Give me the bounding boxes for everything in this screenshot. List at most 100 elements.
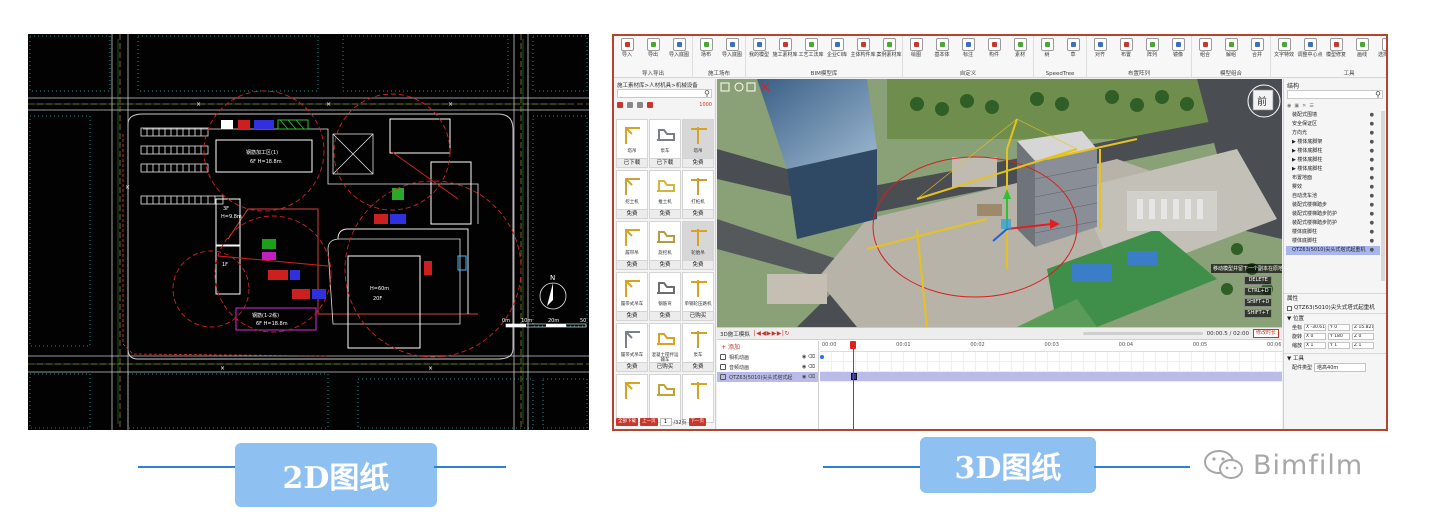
filter-icon[interactable]	[637, 102, 643, 108]
tool-type-select[interactable]: 塔高40m	[1314, 363, 1367, 372]
asset-status-tag[interactable]: 免费	[617, 311, 647, 320]
asset-status-tag[interactable]: 免费	[617, 209, 647, 218]
asset-card[interactable]: 打桩机 免费	[682, 170, 714, 219]
structure-item[interactable]: 装配式楼梯踏步防护	[1286, 210, 1380, 219]
grid-view-icon[interactable]	[617, 102, 623, 108]
structure-item[interactable]: 方向光	[1286, 129, 1380, 138]
asset-card[interactable]: 履带吊 免费	[616, 221, 648, 270]
transform-z-field[interactable]: Z 0	[1352, 333, 1375, 340]
structure-item[interactable]: 雾效	[1286, 183, 1380, 192]
track-lane-audio[interactable]	[820, 362, 1282, 372]
structure-item[interactable]: 楼体底脚柱	[1286, 237, 1380, 246]
ribbon-tool-button[interactable]: 草	[1060, 38, 1086, 66]
ribbon-tool-button[interactable]: 素材	[1007, 38, 1033, 66]
asset-card[interactable]	[682, 374, 714, 423]
asset-card[interactable]: 轮胎吊 免费	[682, 221, 714, 270]
3d-scene[interactable]: 前	[717, 79, 1282, 327]
ribbon-tool-button[interactable]: 施工素材库	[772, 38, 798, 66]
ribbon-tool-button[interactable]: 工艺工法库	[798, 38, 824, 66]
track-lane-crane[interactable]	[820, 372, 1282, 382]
ribbon-tool-button[interactable]: 画线	[1349, 38, 1375, 66]
page-input[interactable]: 1	[659, 418, 672, 426]
ribbon-tool-button[interactable]: 基本体	[929, 38, 955, 66]
asset-status-tag[interactable]: 免费	[683, 260, 713, 269]
asset-status-tag[interactable]: 免费	[650, 260, 680, 269]
shortcut-key[interactable]: SHIFT+D	[1244, 298, 1273, 307]
sort-icon[interactable]	[647, 102, 653, 108]
edit-duration-button[interactable]: 修改时长	[1252, 329, 1279, 338]
asset-status-tag[interactable]: 免费	[650, 311, 680, 320]
asset-status-tag[interactable]: 已购买	[683, 311, 713, 320]
asset-status-tag[interactable]: 免费	[617, 362, 647, 371]
playhead[interactable]	[850, 341, 856, 429]
ribbon-tool-button[interactable]: 导入底图	[719, 38, 745, 66]
track-actions-icon[interactable]: ◉ ⌫	[802, 374, 815, 380]
transform-y-field[interactable]: Y 0	[1328, 324, 1351, 331]
keyframe[interactable]	[820, 355, 824, 359]
ribbon-tool-button[interactable]: 标注	[955, 38, 981, 66]
ribbon-tool-button[interactable]: 调整中心点	[1297, 38, 1323, 66]
track-actions-icon[interactable]: ◉ ⌫	[802, 364, 815, 370]
structure-item[interactable]: 安全保证区	[1286, 120, 1380, 129]
ribbon-tool-button[interactable]: 布置	[1113, 38, 1139, 66]
asset-status-tag[interactable]: 免费	[650, 209, 680, 218]
structure-item[interactable]: 装配式楼梯踏步	[1286, 201, 1380, 210]
structure-item[interactable]: QTZ63(5010)尖头式塔式起重机	[1286, 246, 1380, 255]
transform-z-field[interactable]: Z 15.821	[1352, 324, 1375, 331]
list-icon[interactable]: ☰	[1309, 103, 1313, 109]
timeline-track[interactable]: QTZ63(5010)尖头式塔式起 ◉ ⌫	[717, 372, 818, 382]
asset-status-tag[interactable]: 已下载	[617, 158, 647, 167]
asset-status-tag[interactable]: 已购买	[650, 362, 680, 371]
timeline-track[interactable]: 相机动画 ◉ ⌫	[717, 352, 818, 362]
delete-icon[interactable]: ✕	[1302, 103, 1306, 109]
ribbon-tool-button[interactable]: 我的模型	[746, 38, 772, 66]
ribbon-tool-button[interactable]: 场布	[693, 38, 719, 66]
transform-x-field[interactable]: X 0	[1304, 333, 1327, 340]
structure-item[interactable]: ▶ 楼体底脚架	[1286, 138, 1380, 147]
ribbon-tool-button[interactable]: 合并	[1244, 38, 1270, 66]
zoom-slider[interactable]	[1082, 332, 1203, 335]
asset-card[interactable]: 旋挖机 免费	[649, 221, 681, 270]
asset-status-tag[interactable]: 已下载	[650, 158, 680, 167]
transform-x-field[interactable]: X -30.61	[1304, 324, 1327, 331]
shortcut-key[interactable]: DELETE	[1244, 276, 1273, 285]
search-icon[interactable]: ⚲	[704, 89, 710, 98]
asset-card[interactable]: 履带式吊车 免费	[616, 323, 648, 372]
structure-item[interactable]: 布置地面	[1286, 174, 1380, 183]
asset-status-tag[interactable]: 免费	[617, 260, 647, 269]
structure-item[interactable]: 装配式围墙	[1286, 111, 1380, 120]
ribbon-tool-button[interactable]: 绘图	[903, 38, 929, 66]
asset-card[interactable]: 混凝土搅拌运输车 已购买	[649, 323, 681, 372]
ribbon-tool-button[interactable]: 树	[1034, 38, 1060, 66]
asset-card[interactable]: 塔吊 已下载	[616, 119, 648, 168]
ribbon-tool-button[interactable]: 阵列	[1139, 38, 1165, 66]
ribbon-tool-button[interactable]: 镜像	[1165, 38, 1191, 66]
structure-item[interactable]: 楼体底脚柱	[1286, 228, 1380, 237]
timeline-track[interactable]: 音频动画 ◉ ⌫	[717, 362, 818, 372]
structure-item[interactable]: 自动洗车池	[1286, 192, 1380, 201]
asset-card[interactable]: 单钢轮压路机 已购买	[682, 272, 714, 321]
transform-y-field[interactable]: Y 1	[1328, 342, 1351, 349]
keyframe[interactable]	[851, 373, 857, 380]
track-lane-camera[interactable]	[820, 352, 1282, 362]
ribbon-tool-button[interactable]: 导出	[640, 38, 666, 66]
asset-status-tag[interactable]: 免费	[683, 362, 713, 371]
asset-card[interactable]: 钢筋弯 免费	[649, 272, 681, 321]
track-actions-icon[interactable]: ◉ ⌫	[802, 354, 815, 360]
download-all-button[interactable]: 全部下载	[616, 418, 638, 426]
ribbon-tool-button[interactable]: 主体构件库	[850, 38, 876, 66]
transform-y-field[interactable]: Y 180	[1328, 333, 1351, 340]
transform-x-field[interactable]: X 1	[1304, 342, 1327, 349]
next-page-button[interactable]: 下一页	[688, 418, 707, 426]
ribbon-tool-button[interactable]: 导入底图	[666, 38, 692, 66]
structure-item[interactable]: ▶ 楼体底脚柱	[1286, 165, 1380, 174]
add-track-button[interactable]: + 添加	[717, 341, 818, 352]
transform-z-field[interactable]: Z 1	[1352, 342, 1375, 349]
asset-search-input[interactable]: ⚲	[617, 89, 712, 98]
ribbon-tool-button[interactable]: 对齐	[1087, 38, 1113, 66]
asset-card[interactable]	[616, 374, 648, 423]
visibility-icon[interactable]: ◉	[1287, 103, 1291, 109]
search-icon[interactable]: ⚲	[1375, 90, 1381, 99]
asset-card[interactable]: 履带式吊车 免费	[616, 272, 648, 321]
ribbon-tool-button[interactable]: 导入	[614, 38, 640, 66]
